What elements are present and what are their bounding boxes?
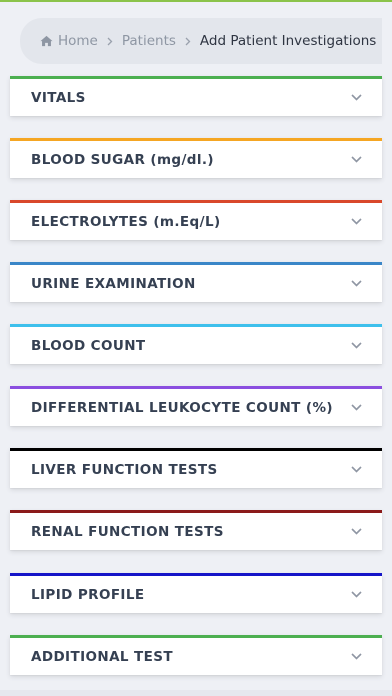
chevron-down-icon[interactable]	[351, 218, 362, 225]
breadcrumb-patients[interactable]: Patients	[122, 33, 176, 49]
breadcrumb-home-label: Home	[58, 33, 98, 49]
top-accent-bar	[0, 0, 392, 2]
section-urine-examination[interactable]: URINE EXAMINATION	[10, 262, 382, 302]
section-blood-count[interactable]: BLOOD COUNT	[10, 324, 382, 364]
chevron-down-icon[interactable]	[351, 653, 362, 660]
chevron-right-icon	[185, 37, 191, 46]
bottom-edge	[0, 690, 392, 696]
section-renal-function-tests[interactable]: RENAL FUNCTION TESTS	[10, 510, 382, 550]
section-lipid-profile[interactable]: LIPID PROFILE	[10, 573, 382, 613]
chevron-right-icon	[107, 37, 113, 46]
section-electrolytes[interactable]: ELECTROLYTES (m.Eq/L)	[10, 200, 382, 240]
breadcrumb: Home Patients Add Patient Investigations	[20, 18, 382, 64]
chevron-down-icon[interactable]	[351, 466, 362, 473]
section-differential-leukocyte-count[interactable]: DIFFERENTIAL LEUKOCYTE COUNT (%)	[10, 386, 382, 426]
section-title: BLOOD COUNT	[31, 337, 146, 354]
chevron-down-icon[interactable]	[351, 94, 362, 101]
chevron-down-icon[interactable]	[351, 280, 362, 287]
chevron-down-icon[interactable]	[351, 404, 362, 411]
section-title: DIFFERENTIAL LEUKOCYTE COUNT (%)	[31, 399, 333, 416]
chevron-down-icon[interactable]	[351, 156, 362, 163]
breadcrumb-patients-label: Patients	[121, 33, 176, 49]
section-title: LIVER FUNCTION TESTS	[31, 461, 218, 478]
chevron-down-icon[interactable]	[351, 591, 362, 598]
chevron-down-icon[interactable]	[351, 342, 362, 349]
breadcrumb-current-label: Add Patient Investigations	[199, 33, 377, 49]
section-title: URINE EXAMINATION	[31, 275, 196, 292]
section-vitals[interactable]: VITALS	[10, 76, 382, 116]
section-title: BLOOD SUGAR (mg/dl.)	[31, 151, 214, 168]
section-title: ELECTROLYTES (m.Eq/L)	[31, 213, 221, 230]
section-title: VITALS	[31, 89, 86, 106]
chevron-down-icon[interactable]	[351, 528, 362, 535]
section-blood-sugar[interactable]: BLOOD SUGAR (mg/dl.)	[10, 138, 382, 178]
section-liver-function-tests[interactable]: LIVER FUNCTION TESTS	[10, 448, 382, 488]
home-icon	[40, 35, 53, 47]
section-title: LIPID PROFILE	[31, 586, 145, 603]
breadcrumb-current: Add Patient Investigations	[200, 33, 376, 49]
breadcrumb-home[interactable]: Home	[40, 33, 98, 49]
section-title: ADDITIONAL TEST	[31, 648, 174, 665]
section-additional-test[interactable]: ADDITIONAL TEST	[10, 635, 382, 675]
section-title: RENAL FUNCTION TESTS	[31, 523, 224, 540]
